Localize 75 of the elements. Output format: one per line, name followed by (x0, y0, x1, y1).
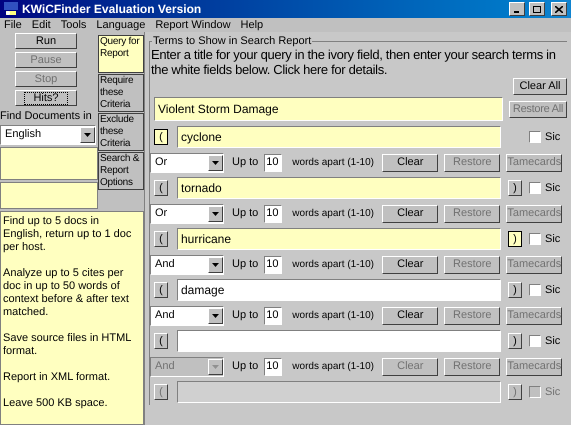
window-title: KWiCFinder Evaluation Version (22, 1, 202, 18)
open-paren-button[interactable]: ( (154, 282, 168, 298)
operator-select[interactable]: And (150, 254, 224, 274)
sic-checkbox[interactable] (529, 284, 541, 296)
close-paren-button[interactable]: ) (508, 231, 522, 247)
up-to-label: Up to (232, 155, 258, 170)
menu-item[interactable]: Report Window (155, 16, 231, 34)
menu-item[interactable]: Edit (32, 16, 51, 34)
close-icon[interactable] (551, 2, 567, 16)
open-paren-button[interactable]: ( (154, 129, 168, 145)
up-to-label: Up to (232, 359, 258, 374)
open-paren-button[interactable]: ( (154, 333, 168, 349)
summary-text: Leave 500 KB space. (3, 396, 109, 410)
distance-field[interactable]: 10 (264, 154, 282, 172)
term-field[interactable] (177, 330, 501, 352)
open-paren-button[interactable]: ( (154, 180, 168, 196)
menu-item[interactable]: Language (96, 16, 146, 34)
operator-select[interactable]: Or (150, 204, 224, 224)
maximize-icon[interactable] (529, 2, 545, 16)
distance-field[interactable]: 10 (264, 204, 282, 222)
distance-field[interactable]: 10 (264, 256, 282, 274)
sic-checkbox[interactable] (529, 233, 541, 245)
term-action-button[interactable]: Clear (382, 256, 438, 274)
sic-label: Sic (545, 180, 560, 196)
group-title: Terms to Show in Search Report (152, 34, 312, 48)
query-title-field[interactable]: Violent Storm Damage (154, 97, 503, 121)
minimize-icon[interactable] (509, 2, 525, 16)
distance-field[interactable]: 10 (264, 306, 282, 324)
side-tab[interactable]: Query for Report (98, 35, 144, 73)
sic-label: Sic (545, 232, 560, 247)
operator-select[interactable]: And (150, 306, 224, 326)
term-action-button[interactable]: Clear (382, 154, 438, 172)
words-apart-label: words apart (1-10) (292, 309, 375, 323)
words-apart-label: words apart (1-10) (292, 156, 375, 170)
sic-checkbox[interactable] (529, 182, 541, 194)
summary-text: Report in XML format. (3, 370, 112, 384)
side-tab[interactable]: Exclude these Criteria (98, 113, 144, 151)
close-paren-button[interactable]: ) (508, 333, 522, 349)
term-action-button[interactable]: Clear (382, 306, 438, 324)
find-documents-label: Find Documents in (0, 109, 93, 124)
close-paren-button[interactable]: ) (508, 282, 522, 298)
words-apart-label: words apart (1-10) (292, 258, 375, 272)
term-field[interactable]: hurricane (177, 228, 501, 250)
sic-label: Sic (545, 130, 560, 145)
sic-label: Sic (545, 334, 560, 349)
summary-text: Save source files in HTML format. (3, 332, 132, 358)
sic-label: Sic (545, 282, 560, 298)
side-tab[interactable]: Require these Criteria (98, 74, 144, 112)
language-select[interactable]: English (0, 124, 96, 144)
instructions-text[interactable]: Enter a title for your query in the ivory field, then enter your search terms in the white fields below. Click here for details. (150, 47, 567, 77)
sic-checkbox[interactable] (529, 335, 541, 347)
words-apart-label: words apart (1-10) (292, 360, 375, 374)
summary-text: Find up to 5 docs in English, return up to 1 doc per host. (3, 214, 132, 254)
term-field[interactable]: tornado (177, 177, 501, 199)
action-button[interactable]: Run (15, 33, 77, 49)
term-field[interactable]: cyclone (177, 126, 501, 148)
open-paren-button[interactable]: ( (154, 231, 168, 247)
side-tab[interactable]: Search & Report Options (98, 152, 144, 190)
words-apart-label: words apart (1-10) (292, 207, 375, 221)
up-to-label: Up to (232, 206, 258, 222)
menu-item[interactable]: File (4, 16, 22, 34)
sic-checkbox[interactable] (529, 131, 541, 143)
up-to-label: Up to (232, 257, 258, 272)
sic-label: Sic (545, 384, 560, 400)
clear-all-button[interactable]: Clear All (513, 78, 567, 95)
action-button[interactable]: Hits? (15, 90, 77, 106)
summary-text: Analyze up to 5 cites per doc in up to 50 words of context before & after text matched. (3, 266, 130, 318)
menu-item[interactable]: Help (240, 16, 264, 34)
app-icon (4, 2, 18, 16)
up-to-label: Up to (232, 308, 258, 324)
operator-select[interactable]: Or (150, 152, 224, 172)
menu-item[interactable]: Tools (60, 16, 86, 34)
term-action-button[interactable]: Clear (382, 204, 438, 222)
close-paren-button[interactable]: ) (508, 180, 522, 196)
term-field[interactable]: damage (177, 279, 501, 301)
